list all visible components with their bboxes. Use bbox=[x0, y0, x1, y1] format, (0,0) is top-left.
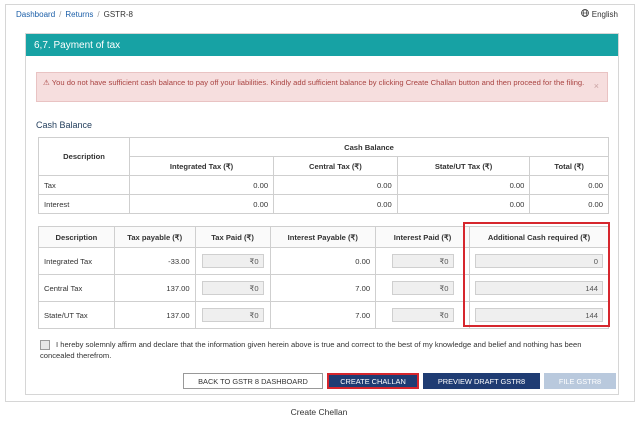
cell-value: 0.00 bbox=[396, 175, 531, 195]
declaration: I hereby solemnly affirm and declare tha… bbox=[40, 339, 610, 361]
cell-value: 0.00 bbox=[128, 175, 275, 195]
cell-value: 0.00 bbox=[273, 194, 398, 214]
panel-title: 6,7. Payment of tax bbox=[34, 39, 121, 51]
alert-message: You do not have sufficient cash balance … bbox=[51, 78, 585, 87]
create-challan-button[interactable]: CREATE CHALLAN bbox=[327, 373, 419, 389]
interest-payable-value: 0.00 bbox=[269, 247, 377, 275]
close-icon[interactable]: × bbox=[594, 81, 599, 92]
additional-cash-highlight bbox=[463, 222, 610, 327]
interest-payable-value: 7.00 bbox=[269, 301, 377, 329]
column-header: Tax Paid (₹) bbox=[194, 226, 271, 248]
payment-panel: 6,7. Payment of tax ⚠ You do not have su… bbox=[25, 33, 619, 395]
interest-payable-value: 7.00 bbox=[269, 274, 377, 302]
column-header: Integrated Tax (₹) bbox=[128, 156, 275, 176]
column-header: State/UT Tax (₹) bbox=[396, 156, 531, 176]
language-selector[interactable]: English bbox=[580, 9, 626, 19]
row-label: Integrated Tax bbox=[38, 247, 115, 275]
column-header: Total (₹) bbox=[529, 156, 609, 176]
column-header: Central Tax (₹) bbox=[273, 156, 398, 176]
row-label: State/UT Tax bbox=[38, 301, 115, 329]
breadcrumb-current: GSTR-8 bbox=[103, 9, 133, 19]
cell-value: 0.00 bbox=[529, 175, 609, 195]
tax-paid-field[interactable]: ₹0 bbox=[201, 281, 264, 295]
cell-value: 0.00 bbox=[396, 194, 531, 214]
table-row: Interest 0.00 0.00 0.00 0.00 bbox=[38, 194, 609, 214]
preview-draft-button[interactable]: PREVIEW DRAFT GSTR8 bbox=[423, 373, 540, 389]
cell-value: 0.00 bbox=[273, 175, 398, 195]
declaration-checkbox[interactable] bbox=[40, 340, 50, 350]
file-gstr8-button[interactable]: FILE GSTR8 bbox=[544, 373, 616, 389]
warning-icon: ⚠ bbox=[43, 78, 50, 87]
declaration-text: I hereby solemnly affirm and declare tha… bbox=[40, 340, 582, 360]
language-label: English bbox=[591, 9, 618, 19]
action-buttons: BACK TO GSTR 8 DASHBOARD CREATE CHALLAN … bbox=[183, 373, 616, 389]
globe-icon bbox=[580, 9, 589, 19]
column-header: Interest Paid (₹) bbox=[375, 226, 470, 248]
interest-paid-field[interactable]: ₹0 bbox=[391, 308, 454, 322]
cash-balance-title: Cash Balance bbox=[36, 120, 93, 130]
row-label: Interest bbox=[38, 194, 130, 214]
cell-value: 0.00 bbox=[529, 194, 609, 214]
column-header: Description bbox=[38, 137, 130, 176]
tax-payable-value: 137.00 bbox=[113, 274, 196, 302]
breadcrumb-separator: / bbox=[59, 9, 62, 19]
breadcrumb-separator: / bbox=[97, 9, 100, 19]
top-bar: Dashboard / Returns / GSTR-8 English bbox=[6, 5, 626, 23]
cell-value: 0.00 bbox=[128, 194, 275, 214]
column-header: Description bbox=[38, 226, 115, 248]
breadcrumb: Dashboard / Returns / GSTR-8 bbox=[6, 10, 133, 19]
tax-payable-value: -33.00 bbox=[113, 247, 196, 275]
tax-paid-field[interactable]: ₹0 bbox=[201, 254, 264, 268]
column-header: Tax payable (₹) bbox=[113, 226, 196, 248]
breadcrumb-dashboard[interactable]: Dashboard bbox=[16, 10, 55, 19]
table-row: Tax 0.00 0.00 0.00 0.00 bbox=[38, 175, 609, 195]
row-label: Central Tax bbox=[38, 274, 115, 302]
row-label: Tax bbox=[38, 175, 130, 195]
tax-payable-value: 137.00 bbox=[113, 301, 196, 329]
breadcrumb-returns[interactable]: Returns bbox=[65, 10, 93, 19]
interest-paid-field[interactable]: ₹0 bbox=[391, 254, 454, 268]
insufficient-balance-alert: ⚠ You do not have sufficient cash balanc… bbox=[36, 72, 608, 102]
column-header: Interest Payable (₹) bbox=[269, 226, 377, 248]
image-caption: Create Chellan bbox=[290, 407, 348, 417]
panel-header: 6,7. Payment of tax bbox=[26, 34, 618, 56]
back-to-dashboard-button[interactable]: BACK TO GSTR 8 DASHBOARD bbox=[183, 373, 323, 389]
interest-paid-field[interactable]: ₹0 bbox=[391, 281, 454, 295]
tax-paid-field[interactable]: ₹0 bbox=[201, 308, 264, 322]
column-group-header: Cash Balance bbox=[129, 137, 609, 157]
cash-balance-table: Description Cash Balance Integrated Tax … bbox=[38, 137, 609, 214]
